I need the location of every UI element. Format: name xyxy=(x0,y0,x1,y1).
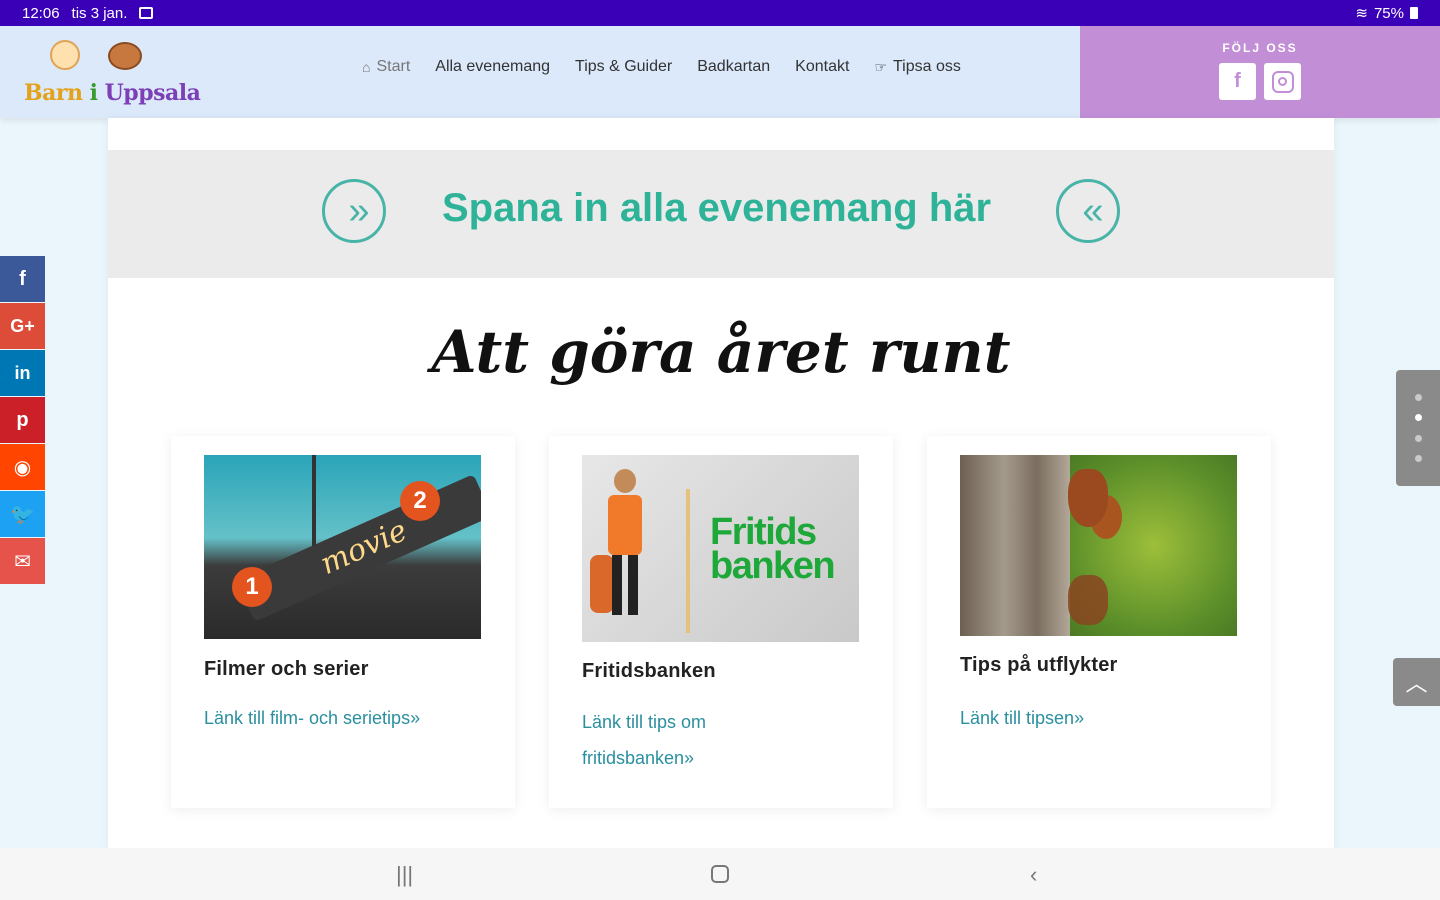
main-content: » Spana in alla evenemang här « Att göra… xyxy=(108,118,1334,848)
home-icon: ⌂ xyxy=(362,59,371,75)
card-link[interactable]: Länk till tipsen» xyxy=(960,700,1250,736)
card-utflykter: Tips på utflykter Länk till tipsen» xyxy=(927,436,1271,808)
card-link[interactable]: Länk till tips om fritidsbanken» xyxy=(582,704,782,776)
site-logo[interactable]: Barn i Uppsala xyxy=(20,38,201,108)
gallery-notification-icon xyxy=(139,7,154,19)
dot-nav-item[interactable] xyxy=(1414,434,1422,442)
main-nav: ⌂ Start Alla evenemang Tips & Guider Bad… xyxy=(362,58,961,76)
recent-apps-button[interactable]: ||| xyxy=(396,862,413,888)
home-button[interactable] xyxy=(711,865,729,883)
battery-percent: 75% xyxy=(1373,4,1404,22)
cinema-number: 1 xyxy=(232,567,272,607)
status-time: 12:06 xyxy=(22,4,60,22)
facebook-share-button[interactable]: f xyxy=(0,256,45,302)
events-banner-text[interactable]: Spana in alla evenemang här xyxy=(442,186,991,231)
email-icon: ✉ xyxy=(14,550,31,573)
pointing-hand-icon: ☞ xyxy=(874,58,887,75)
nav-item-alla-evenemang[interactable]: Alla evenemang xyxy=(435,58,550,76)
instagram-icon xyxy=(1271,70,1294,93)
twitter-icon: 🐦 xyxy=(10,503,35,526)
chevron-left-icon: ‹ xyxy=(1030,862,1038,887)
card-title: Tips på utflykter xyxy=(960,654,1118,676)
home-circle-icon xyxy=(711,865,729,883)
double-chevron-right-icon: » xyxy=(322,179,386,243)
battery-icon xyxy=(1410,7,1418,19)
linkedin-share-button[interactable]: in xyxy=(0,350,45,396)
card-fritidsbanken: Fritids banken Fritidsbanken Länk till ti… xyxy=(549,436,893,808)
nav-item-kontakt[interactable]: Kontakt xyxy=(795,58,849,76)
back-button[interactable]: ‹ xyxy=(1030,862,1037,888)
facebook-icon: f xyxy=(19,267,26,290)
email-share-button[interactable]: ✉ xyxy=(0,538,45,584)
reddit-share-button[interactable]: ◉ xyxy=(0,444,45,490)
nav-item-badkartan[interactable]: Badkartan xyxy=(697,58,770,76)
cinema-image[interactable]: movie 1 2 xyxy=(204,455,481,639)
social-share-bar: f G+ in p ◉ 🐦 ✉ xyxy=(0,256,45,585)
dot-nav-item[interactable] xyxy=(1414,455,1422,463)
android-status-bar: 12:06 tis 3 jan. ≋ 75% xyxy=(0,0,1440,26)
scroll-to-top-button[interactable]: ︿ xyxy=(1393,658,1440,706)
card-title: Fritidsbanken xyxy=(582,660,716,682)
nav-item-tips-guider[interactable]: Tips & Guider xyxy=(575,58,672,76)
squirrel-image[interactable] xyxy=(960,455,1237,636)
facebook-icon: f xyxy=(1234,70,1241,92)
dot-nav-item-active[interactable] xyxy=(1414,414,1422,422)
section-dot-nav xyxy=(1396,370,1440,486)
pinterest-share-button[interactable]: p xyxy=(0,397,45,443)
follow-us-title: FÖLJ OSS xyxy=(1222,41,1298,55)
events-banner[interactable]: » Spana in alla evenemang här « xyxy=(108,150,1334,278)
linkedin-icon: in xyxy=(14,362,31,383)
fritidsbanken-logo: Fritids banken xyxy=(710,511,836,587)
cinema-sign: movie xyxy=(235,474,481,622)
dot-nav-item[interactable] xyxy=(1414,393,1422,401)
wifi-icon: ≋ xyxy=(1355,5,1368,22)
fritidsbanken-image[interactable]: Fritids banken xyxy=(582,455,859,642)
twitter-share-button[interactable]: 🐦 xyxy=(0,491,45,537)
reddit-icon: ◉ xyxy=(13,456,32,479)
card-title: Filmer och serier xyxy=(204,658,369,680)
section-heading: Att göra året runt xyxy=(431,318,1011,386)
double-chevron-left-icon: « xyxy=(1056,179,1120,243)
instagram-follow-button[interactable] xyxy=(1264,63,1301,100)
recent-apps-icon: ||| xyxy=(396,862,414,887)
card-link[interactable]: Länk till film- och serietips» xyxy=(204,700,494,736)
logo-child-face-icon xyxy=(50,40,80,70)
google-plus-icon: G+ xyxy=(10,315,35,336)
chevron-up-icon: ︿ xyxy=(1405,671,1428,696)
cinema-number: 2 xyxy=(400,481,440,521)
nav-item-tipsa-oss[interactable]: ☞ Tipsa oss xyxy=(874,58,960,76)
card-filmer: movie 1 2 Filmer och serier Länk till fi… xyxy=(171,436,515,808)
site-header: Barn i Uppsala ⌂ Start Alla evenemang Ti… xyxy=(0,26,1440,118)
logo-child-face-icon xyxy=(108,42,142,70)
pinterest-icon: p xyxy=(16,408,29,431)
facebook-follow-button[interactable]: f xyxy=(1219,63,1256,100)
google-plus-share-button[interactable]: G+ xyxy=(0,303,45,349)
logo-text: Barn i Uppsala xyxy=(24,80,201,106)
android-nav-bar: ||| ‹ xyxy=(0,848,1440,900)
status-date: tis 3 jan. xyxy=(71,4,128,22)
follow-us-panel: FÖLJ OSS f xyxy=(1080,26,1440,118)
nav-item-start[interactable]: ⌂ Start xyxy=(362,58,410,76)
